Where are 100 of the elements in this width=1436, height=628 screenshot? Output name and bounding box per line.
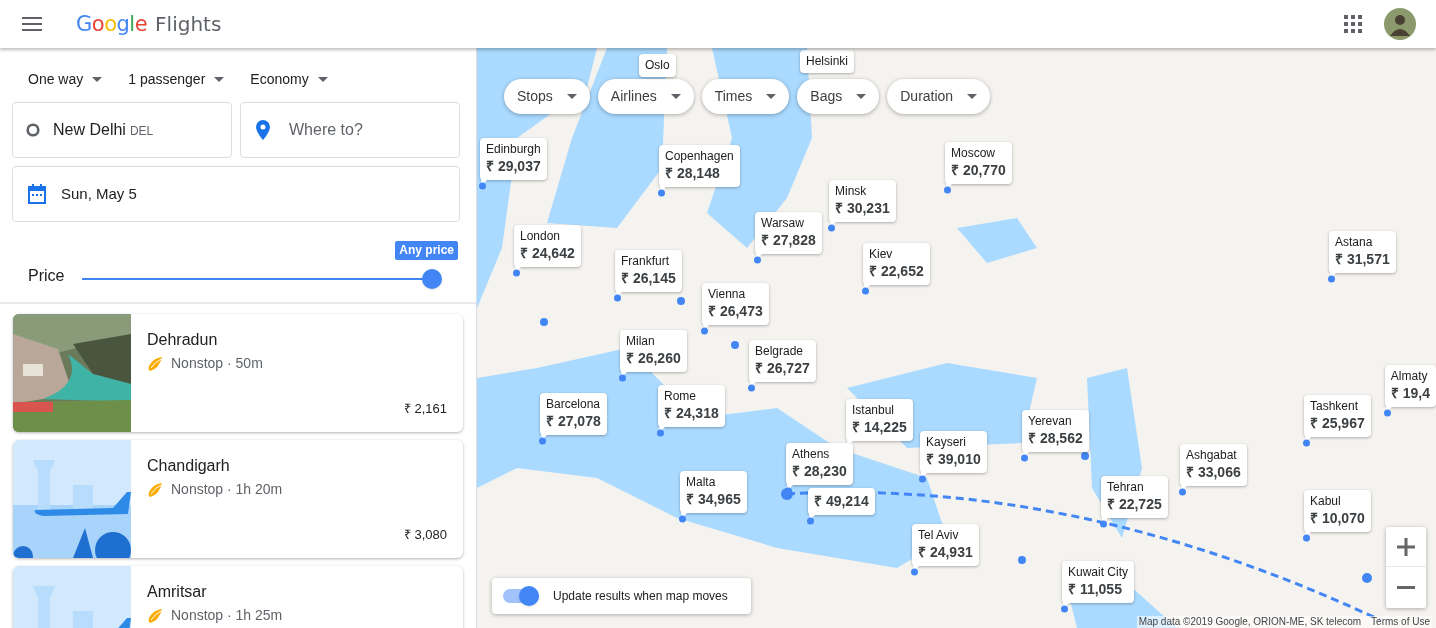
filter-chip[interactable]: Stops [504, 79, 590, 114]
city-name: Frankfurt [621, 254, 670, 269]
city-name: Rome [664, 389, 697, 404]
price-pin[interactable]: Malta ₹ 34,965 [680, 471, 747, 513]
price-pin[interactable]: Yerevan ₹ 28,562 [1022, 410, 1089, 452]
pin-marker [539, 434, 548, 445]
city-name: London [520, 229, 562, 244]
destination-card[interactable]: Amritsar Nonstop · 1h 25m [13, 566, 463, 628]
pin-price: ₹ 28,230 [792, 462, 847, 481]
price-pin[interactable]: Ashgabat ₹ 33,066 [1180, 444, 1247, 486]
city-name: Belgrade [755, 344, 805, 359]
destination-input[interactable]: Where to? [289, 118, 439, 142]
price-pin[interactable]: Belgrade ₹ 26,727 [749, 340, 816, 382]
city-name: Tel Aviv [918, 528, 960, 543]
price-pin[interactable]: Kabul ₹ 10,070 [1304, 490, 1371, 532]
price-pin[interactable]: Rome ₹ 24,318 [658, 385, 725, 427]
airport-dot[interactable] [540, 318, 548, 326]
pin-price: ₹ 26,145 [621, 269, 676, 288]
city-name: Almaty [1390, 369, 1429, 384]
trip-type-dropdown[interactable]: One way [28, 68, 103, 90]
toggle-switch[interactable] [503, 586, 539, 606]
caret-icon [856, 94, 867, 99]
price-pin[interactable]: Athens ₹ 28,230 [786, 443, 853, 485]
airport-dot[interactable] [1081, 452, 1089, 460]
pin-marker [944, 183, 953, 194]
city-name: Helsinki [806, 54, 848, 69]
price-pin[interactable]: Milan ₹ 26,260 [620, 330, 687, 372]
city-name: Moscow [951, 146, 996, 161]
pin-price: ₹ 22,652 [869, 262, 924, 281]
price-pin[interactable]: Almaty ₹ 19,4 [1384, 365, 1436, 407]
map-attribution: Map data ©2019 Google, ORION-ME, SK telecom [1138, 616, 1362, 628]
price-pin[interactable]: Moscow ₹ 20,770 [945, 142, 1012, 184]
caret-icon [766, 94, 777, 99]
pin-price: ₹ 30,231 [835, 199, 890, 218]
price-slider[interactable] [82, 269, 442, 289]
pin-price: ₹ 14,225 [852, 418, 907, 437]
pin-price: ₹ 26,727 [755, 359, 810, 378]
price-pin[interactable]: Oslo [639, 54, 676, 77]
price-pin[interactable]: Kiev ₹ 22,652 [863, 243, 930, 285]
flight-details: Nonstop · 1h 20m [171, 480, 283, 499]
origin-city: New Delhi [53, 120, 126, 140]
filter-chip[interactable]: Duration [887, 79, 991, 114]
price-pin[interactable]: London ₹ 24,642 [514, 225, 581, 267]
destination-field[interactable]: Where to? [240, 102, 460, 158]
filter-chip[interactable]: Bags [797, 79, 880, 114]
pin-marker [1328, 272, 1337, 283]
caret-icon [317, 76, 328, 82]
airline-logo-icon [147, 481, 163, 498]
price-pin[interactable]: Tel Aviv ₹ 24,931 [912, 524, 979, 566]
pin-price: ₹ 20,770 [951, 161, 1006, 180]
price-pin[interactable]: Astana ₹ 31,571 [1329, 231, 1396, 273]
pin-price: ₹ 34,965 [686, 490, 741, 509]
city-name: Tashkent [1310, 399, 1360, 414]
city-name: Barcelona [546, 397, 601, 412]
logo[interactable]: Google Flights [76, 13, 222, 35]
filter-chip[interactable]: Times [701, 79, 790, 114]
airport-dot[interactable] [731, 341, 739, 349]
airport-dot[interactable] [677, 297, 685, 305]
pin-price: ₹ 39,010 [926, 450, 981, 469]
city-name: Tehran [1107, 480, 1145, 495]
city-name: Yerevan [1028, 414, 1073, 429]
airport-dot[interactable] [1018, 556, 1026, 564]
origin-field[interactable]: New Delhi DEL [12, 102, 232, 158]
price-pin[interactable]: Kuwait City ₹ 11,055 [1062, 561, 1135, 603]
apps-icon[interactable] [1344, 15, 1362, 33]
destination-card[interactable]: Dehradun Nonstop · 50m ₹ 2,161 [13, 314, 463, 432]
pin-marker [657, 426, 666, 437]
destination-name: Chandigarh [147, 456, 231, 476]
pin-marker [1021, 451, 1030, 462]
airport-dot[interactable] [1362, 573, 1372, 583]
menu-icon[interactable] [22, 17, 42, 31]
price-pin[interactable]: Frankfurt ₹ 26,145 [615, 250, 682, 292]
avatar[interactable] [1384, 8, 1416, 40]
price-pin[interactable]: Tashkent ₹ 25,967 [1304, 395, 1371, 437]
price-pin[interactable]: Minsk ₹ 30,231 [829, 180, 896, 222]
price-pin[interactable]: Istanbul ₹ 14,225 [846, 399, 913, 441]
price-pin[interactable]: Helsinki [800, 50, 854, 73]
cabin-class-dropdown[interactable]: Economy [250, 68, 328, 90]
date-field[interactable]: Sun, May 5 [12, 166, 460, 222]
terms-link[interactable]: Terms of Use [1371, 616, 1430, 628]
price-pin[interactable]: Vienna ₹ 26,473 [702, 283, 769, 325]
price-pin[interactable]: Kayseri ₹ 39,010 [920, 431, 987, 473]
price-pin[interactable]: Copenhagen ₹ 28,148 [659, 145, 740, 187]
pin-marker [513, 266, 522, 277]
plus-icon [1397, 537, 1415, 556]
pin-marker [862, 284, 871, 295]
passengers-dropdown[interactable]: 1 passenger [128, 68, 225, 90]
price-pin[interactable]: Tehran ₹ 22,725 [1101, 476, 1168, 518]
origin-icon [26, 123, 40, 137]
city-name: Malta [686, 475, 717, 490]
price-pin[interactable]: Barcelona ₹ 27,078 [540, 393, 607, 435]
pin-marker [479, 179, 488, 190]
price-pin[interactable]: ₹ 49,214 [808, 488, 875, 515]
pin-marker [828, 221, 837, 232]
price-pin[interactable]: Warsaw ₹ 27,828 [755, 212, 822, 254]
city-name: Astana [1335, 235, 1374, 250]
price-pin[interactable]: Edinburgh ₹ 29,037 [480, 138, 547, 180]
destination-card[interactable]: Chandigarh Nonstop · 1h 20m ₹ 3,080 [13, 440, 463, 558]
toggle-label: Update results when map moves [553, 588, 728, 605]
filter-chip[interactable]: Airlines [597, 79, 694, 114]
